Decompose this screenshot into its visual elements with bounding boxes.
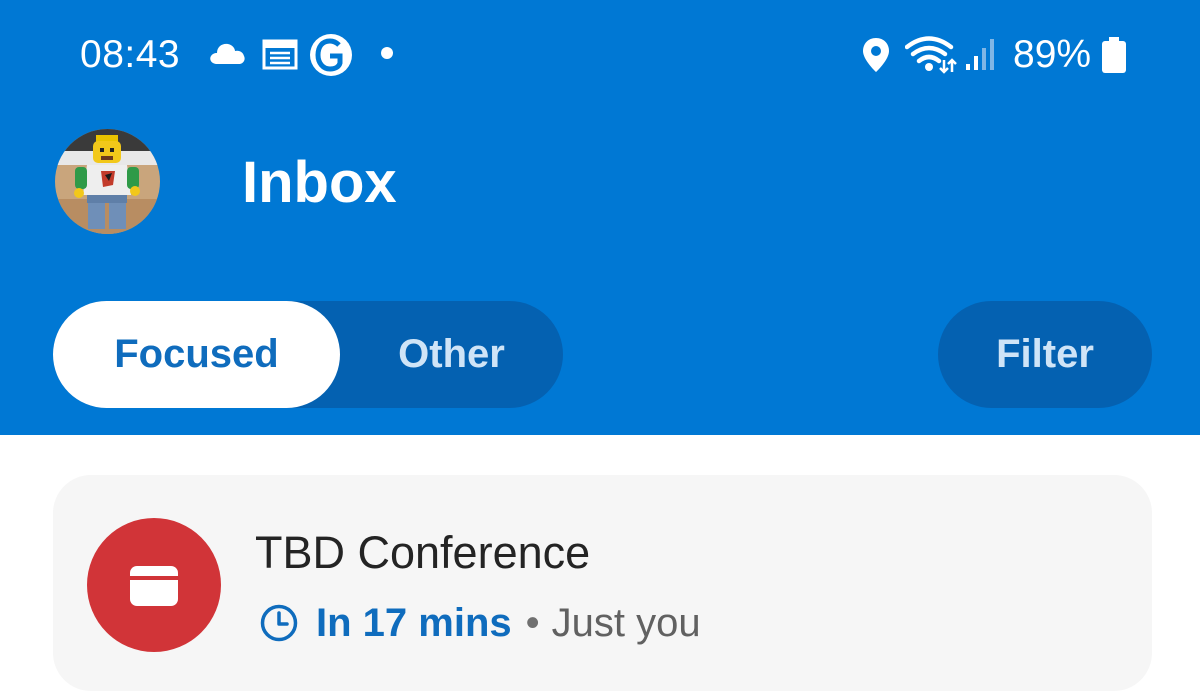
inbox-tab-switcher: Focused Other: [53, 301, 563, 408]
tab-focused[interactable]: Focused: [53, 301, 340, 408]
notification-dot-icon: [381, 47, 393, 59]
calendar-icon: [130, 566, 178, 606]
signal-icon: [966, 39, 994, 70]
cloud-icon: [210, 43, 245, 64]
event-meta: In 17 mins • Just you: [259, 597, 701, 649]
avatar-image: [55, 129, 160, 234]
event-attendees: Just you: [551, 600, 701, 645]
location-icon: [863, 38, 889, 72]
tab-other[interactable]: Other: [340, 301, 563, 408]
filter-button[interactable]: Filter: [938, 301, 1152, 408]
event-icon: [87, 518, 221, 652]
event-separator: •: [525, 600, 540, 645]
wifi-icon: [905, 36, 957, 74]
battery-percent: 89%: [1013, 33, 1092, 76]
inbox-header: 08:43 89% Inbox Focused Other Filter: [0, 0, 1200, 435]
event-time: In 17 mins: [316, 600, 512, 645]
account-avatar[interactable]: [55, 129, 160, 234]
calendar-notification-icon: [262, 39, 298, 70]
page-title: Inbox: [242, 150, 397, 215]
event-title: TBD Conference: [255, 527, 591, 578]
battery-icon: [1102, 37, 1126, 73]
upcoming-event-card[interactable]: TBD Conference In 17 mins • Just you: [53, 475, 1152, 691]
status-time: 08:43: [80, 33, 181, 76]
status-bar: 08:43 89%: [0, 0, 1200, 110]
guardian-app-icon: [310, 34, 352, 76]
clock-icon: [260, 604, 298, 642]
